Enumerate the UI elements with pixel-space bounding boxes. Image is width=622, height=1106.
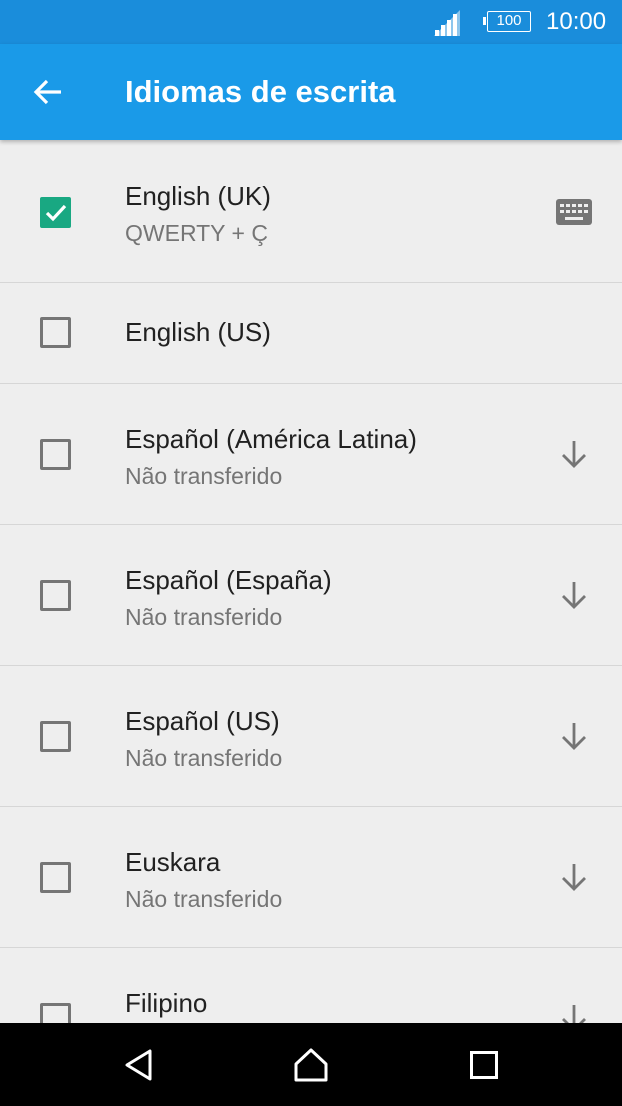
- checkbox[interactable]: [40, 439, 71, 470]
- download-button[interactable]: [556, 859, 592, 895]
- nav-back-button[interactable]: [117, 1043, 161, 1087]
- check-icon: [45, 204, 67, 222]
- download-button[interactable]: [556, 718, 592, 754]
- language-item-espanol-us[interactable]: Español (US) Não transferido: [0, 666, 622, 807]
- status-bar: 100 10:00: [0, 0, 622, 44]
- download-icon: [562, 723, 586, 750]
- language-name: Euskara: [125, 847, 221, 877]
- language-subtitle: Não transferido: [125, 604, 283, 630]
- language-subtitle: Não transferido: [125, 463, 283, 489]
- language-name: Filipino: [125, 988, 208, 1018]
- back-triangle-icon: [125, 1049, 152, 1081]
- clock: 10:00: [546, 8, 607, 35]
- download-icon: [562, 582, 586, 609]
- app-bar: Idiomas de escrita: [0, 44, 622, 140]
- language-item-filipino[interactable]: Filipino: [0, 948, 622, 1023]
- language-name: Español (América Latina): [125, 424, 417, 454]
- language-subtitle: Não transferido: [125, 886, 283, 912]
- home-icon: [294, 1048, 328, 1082]
- checkbox[interactable]: [40, 1003, 71, 1023]
- page-title: Idiomas de escrita: [125, 74, 396, 109]
- language-name: English (US): [125, 317, 271, 347]
- battery-icon: 100: [483, 11, 531, 32]
- language-item-english-us[interactable]: English (US): [0, 283, 622, 384]
- checkbox[interactable]: [40, 197, 71, 228]
- checkbox[interactable]: [40, 580, 71, 611]
- battery-level: 100: [496, 12, 522, 29]
- checkbox[interactable]: [40, 317, 71, 348]
- download-button[interactable]: [556, 577, 592, 613]
- language-name: English (UK): [125, 181, 271, 211]
- download-icon: [562, 864, 586, 891]
- navigation-bar: [0, 1023, 622, 1106]
- language-item-espanol-espana[interactable]: Español (España) Não transferido: [0, 525, 622, 666]
- language-item-english-uk[interactable]: English (UK) QWERTY + Ç: [0, 142, 622, 283]
- download-icon: [562, 441, 586, 468]
- signal-icon: [434, 10, 460, 36]
- checkbox[interactable]: [40, 862, 71, 893]
- download-button[interactable]: [556, 436, 592, 472]
- recents-icon: [470, 1051, 498, 1079]
- arrow-back-icon: [33, 79, 61, 105]
- language-list[interactable]: English (UK) QWERTY + Ç English (US) Esp…: [0, 142, 622, 1023]
- language-name: Español (US): [125, 706, 280, 736]
- download-icon: [562, 1005, 586, 1023]
- nav-recents-button[interactable]: [462, 1043, 506, 1087]
- keyboard-layout-button[interactable]: [556, 194, 592, 230]
- language-subtitle: Não transferido: [125, 745, 283, 771]
- language-item-espanol-america-latina[interactable]: Español (América Latina) Não transferido: [0, 384, 622, 525]
- language-name: Español (España): [125, 565, 332, 595]
- language-subtitle: QWERTY + Ç: [125, 220, 268, 246]
- back-button[interactable]: [22, 70, 74, 114]
- nav-home-button[interactable]: [289, 1043, 333, 1087]
- download-button[interactable]: [556, 1000, 592, 1023]
- checkbox[interactable]: [40, 721, 71, 752]
- keyboard-icon: [556, 199, 592, 225]
- language-item-euskara[interactable]: Euskara Não transferido: [0, 807, 622, 948]
